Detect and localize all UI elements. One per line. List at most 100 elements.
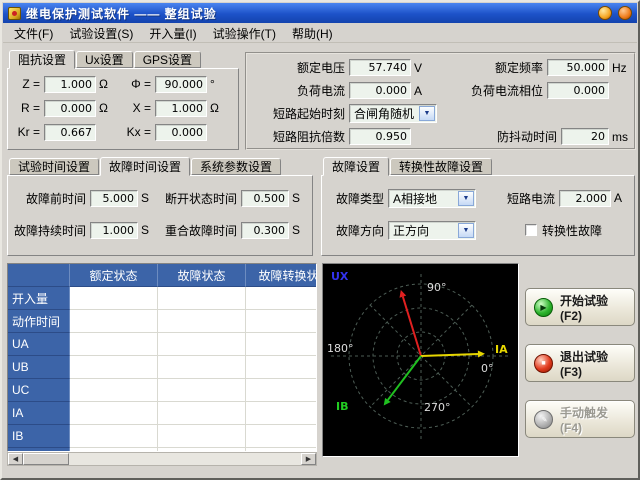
fault-direction-combo[interactable]: 正方向 ▼ <box>388 221 476 240</box>
short-start-combo[interactable]: 合闸角随机 ▼ <box>349 104 437 123</box>
menu-inputs[interactable]: 开入量(I) <box>142 24 203 43</box>
table-cell <box>70 402 158 425</box>
horizontal-scrollbar[interactable]: ◀ ▶ <box>7 452 317 466</box>
phi-unit: ° <box>210 77 215 91</box>
r-input[interactable] <box>44 100 96 117</box>
rated-frequency-unit: Hz <box>612 61 628 75</box>
fault-type-label: 故障类型 <box>328 190 384 207</box>
exit-test-button[interactable]: ■ 退出试验(F3) <box>525 344 635 382</box>
tab-test-time[interactable]: 试验时间设置 <box>9 158 99 175</box>
close-button[interactable] <box>618 6 632 20</box>
z-multiplier-input[interactable] <box>349 128 411 145</box>
short-current-label: 短路电流 <box>507 190 555 207</box>
table-cell <box>70 379 158 402</box>
minimize-button[interactable] <box>598 6 612 20</box>
table-cell <box>246 402 317 425</box>
fault-settings-panel: 故障设置 转换性故障设置 故障类型 A相接地 ▼ 短路电流 A <box>321 156 635 256</box>
short-start-label: 短路起始时刻 <box>253 105 345 122</box>
table-row: IA <box>8 402 317 425</box>
kr-input[interactable] <box>44 124 96 141</box>
table-cell <box>246 310 317 333</box>
menu-file[interactable]: 文件(F) <box>7 24 60 43</box>
time-tabstrip: 试验时间设置 故障时间设置 系统参数设置 <box>7 156 313 175</box>
window-title: 继电保护测试软件 —— 整组试验 <box>26 5 217 22</box>
rated-frequency-input[interactable] <box>547 59 609 76</box>
tab-impedance-settings[interactable]: 阻抗设置 <box>9 50 75 69</box>
fault-tabbody: 故障类型 A相接地 ▼ 短路电流 A 故障方向 正方向 ▼ <box>321 175 635 256</box>
kx-input[interactable] <box>155 124 207 141</box>
rated-voltage-label: 额定电压 <box>253 59 345 76</box>
table-cell <box>70 310 158 333</box>
prefault-time-unit: S <box>141 191 151 205</box>
scrollbar-track[interactable] <box>23 453 301 465</box>
tab-system-params[interactable]: 系统参数设置 <box>191 158 281 175</box>
time-settings-panel: 试验时间设置 故障时间设置 系统参数设置 故障前时间 S 断开状态时间 S 故障… <box>7 156 313 256</box>
open-state-time-unit: S <box>292 191 300 205</box>
debounce-label: 防抖动时间 <box>497 128 557 145</box>
x-unit: Ω <box>210 101 219 115</box>
row-label: UC <box>8 379 70 402</box>
convert-fault-checkbox[interactable] <box>525 224 537 236</box>
manual-trigger-icon: ✎ <box>534 410 553 429</box>
fault-duration-input[interactable] <box>90 222 138 239</box>
phasor-label-180: 180° <box>327 342 354 355</box>
impedance-panel: 阻抗设置 Ux设置 GPS设置 Z = Ω Φ = ° R = Ω X = <box>7 49 239 150</box>
table-cell <box>158 379 246 402</box>
menu-test-operation[interactable]: 试验操作(T) <box>206 24 283 43</box>
phasor-label-ib: IB <box>336 400 348 413</box>
tab-gps-settings[interactable]: GPS设置 <box>134 51 201 68</box>
table-cell <box>246 287 317 310</box>
row-label: IB <box>8 425 70 448</box>
header-convert-state: 故障转换状态 <box>246 264 317 287</box>
load-phase-input[interactable] <box>547 82 609 99</box>
table-cell <box>158 425 246 448</box>
fault-type-combo[interactable]: A相接地 ▼ <box>388 189 476 208</box>
r-unit: Ω <box>99 101 111 115</box>
short-current-input[interactable] <box>559 190 611 207</box>
x-label: X = <box>121 101 151 115</box>
play-icon: ▶ <box>534 298 553 317</box>
rated-voltage-unit: V <box>414 61 422 75</box>
main-content: 阻抗设置 Ux设置 GPS设置 Z = Ω Φ = ° R = Ω X = <box>3 44 637 477</box>
menu-test-settings[interactable]: 试验设置(S) <box>62 24 140 43</box>
start-test-button[interactable]: ▶ 开始试验(F2) <box>525 288 635 326</box>
load-current-unit: A <box>414 84 422 98</box>
phi-input[interactable] <box>155 76 207 93</box>
chevron-down-icon[interactable]: ▼ <box>419 106 435 121</box>
menu-help[interactable]: 帮助(H) <box>285 24 340 43</box>
rated-voltage-input[interactable] <box>349 59 411 76</box>
kr-label: Kr = <box>14 125 40 139</box>
impedance-tabbody: Z = Ω Φ = ° R = Ω X = Ω Kr = <box>7 68 239 150</box>
reclose-time-input[interactable] <box>241 222 289 239</box>
chevron-down-icon[interactable]: ▼ <box>458 191 474 206</box>
phasor-label-ux: UX <box>331 270 349 283</box>
x-input[interactable] <box>155 100 207 117</box>
scroll-right-button[interactable]: ▶ <box>301 453 316 465</box>
convert-fault-label: 转换性故障 <box>542 222 602 239</box>
table-row: UB <box>8 356 317 379</box>
scroll-left-button[interactable]: ◀ <box>8 453 23 465</box>
open-state-time-input[interactable] <box>241 190 289 207</box>
table-row: IB <box>8 425 317 448</box>
load-current-label: 负荷电流 <box>253 82 345 99</box>
prefault-time-input[interactable] <box>90 190 138 207</box>
scrollbar-thumb[interactable] <box>23 453 69 465</box>
manual-trigger-button[interactable]: ✎ 手动触发(F4) <box>525 400 635 438</box>
tab-fault-time[interactable]: 故障时间设置 <box>100 157 190 176</box>
phasor-label-270: 270° <box>424 401 451 414</box>
tab-fault-settings[interactable]: 故障设置 <box>323 157 389 176</box>
tab-convert-fault-settings[interactable]: 转换性故障设置 <box>390 158 492 175</box>
phasor-label-ia: IA <box>495 343 508 356</box>
chevron-down-icon[interactable]: ▼ <box>458 223 474 238</box>
fault-direction-label: 故障方向 <box>328 222 384 239</box>
debounce-input[interactable] <box>561 128 609 145</box>
r-label: R = <box>14 101 40 115</box>
fault-duration-label: 故障持续时间 <box>14 222 86 239</box>
load-phase-label: 负荷电流相位 <box>471 82 543 99</box>
table-cell <box>246 356 317 379</box>
table-row: UA <box>8 333 317 356</box>
load-current-input[interactable] <box>349 82 411 99</box>
tab-ux-settings[interactable]: Ux设置 <box>76 51 133 68</box>
z-input[interactable] <box>44 76 96 93</box>
start-test-label: 开始试验(F2) <box>560 292 626 323</box>
